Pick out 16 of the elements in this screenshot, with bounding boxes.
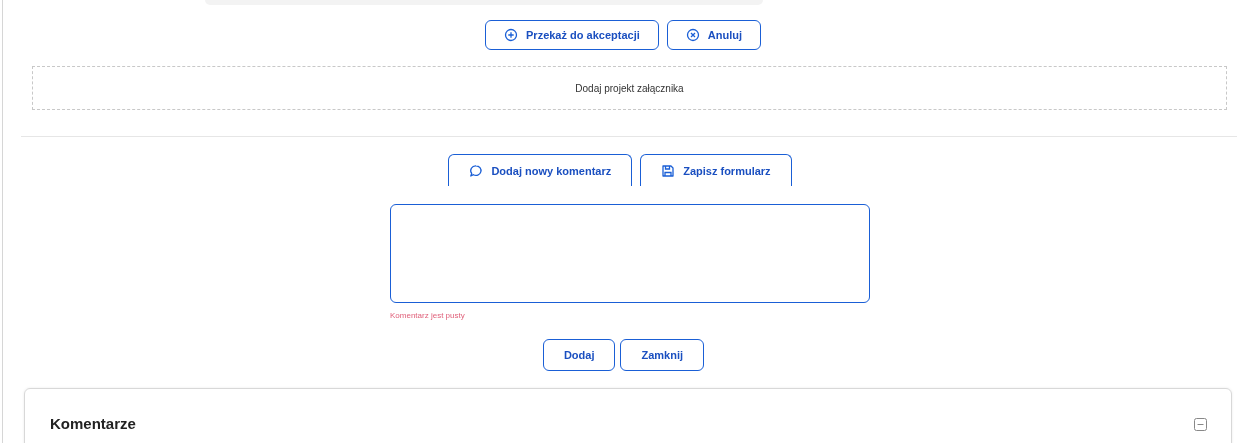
action-button[interactable]: Dodaj xyxy=(542,339,616,371)
action-button[interactable]: Przekaż do akceptacji xyxy=(485,20,659,50)
action-button[interactable]: Dodaj nowy komentarz xyxy=(448,154,633,186)
attachment-dropzone[interactable]: Dodaj projekt załącznika xyxy=(32,66,1227,110)
error-message: Komentarz jest pusty xyxy=(390,311,466,320)
plus-circle-icon xyxy=(504,28,518,42)
cancel-icon xyxy=(685,28,700,42)
panel-title: Komentarze xyxy=(50,415,136,432)
comment-field[interactable] xyxy=(390,204,870,303)
action-button[interactable]: Zamknij xyxy=(620,339,705,371)
save-button[interactable]: Zapisz formularz xyxy=(640,154,792,186)
dropzone-label: Dodaj projekt załącznika xyxy=(575,82,684,94)
action-button[interactable]: Anuluj xyxy=(666,20,761,50)
save-icon xyxy=(661,163,676,178)
comment-icon xyxy=(469,163,484,178)
collapse-icon[interactable] xyxy=(1194,418,1207,431)
